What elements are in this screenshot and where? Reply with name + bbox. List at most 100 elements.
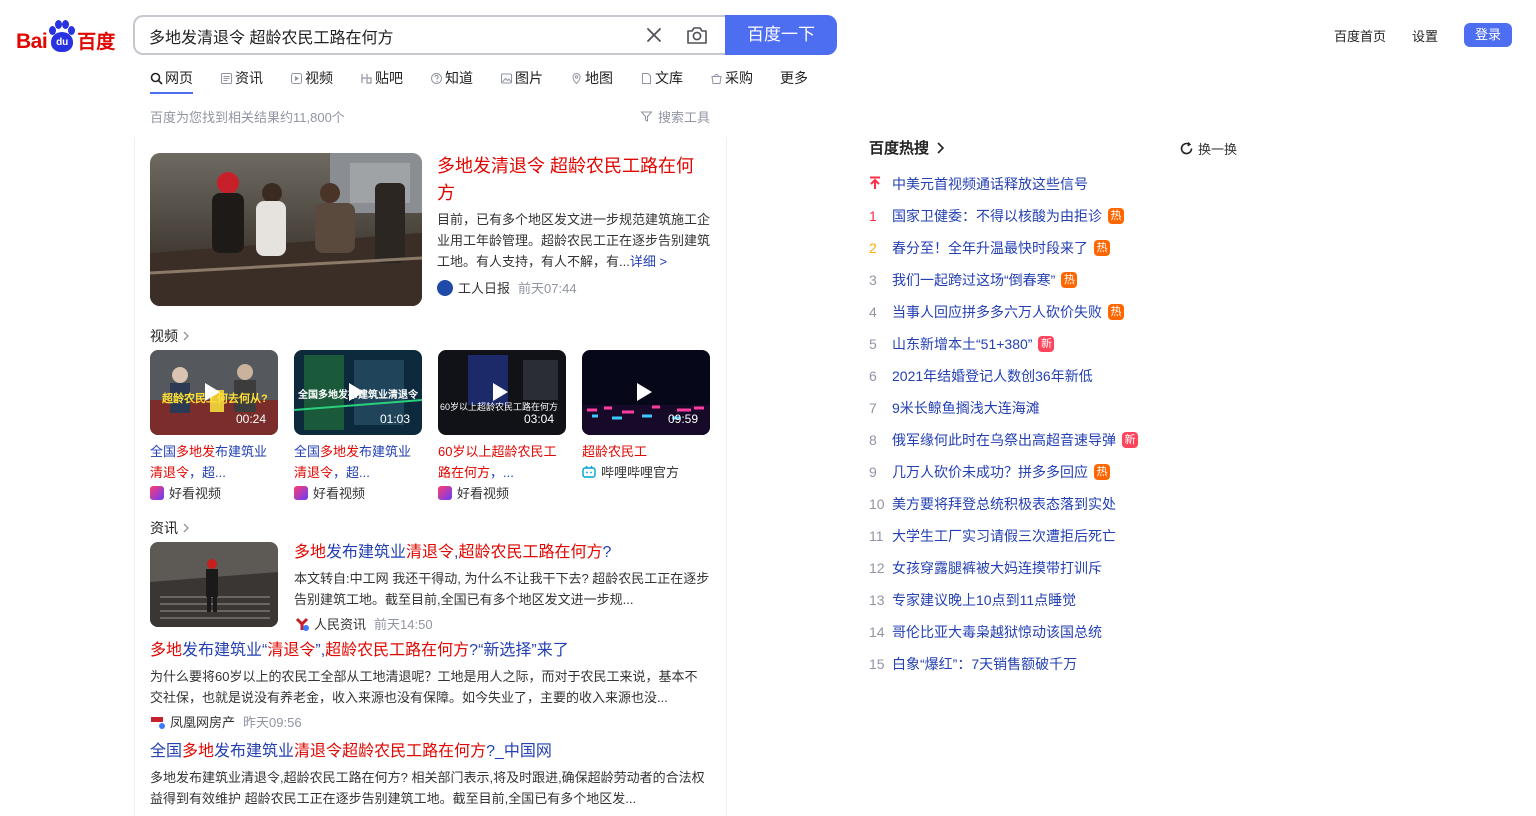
hot-item[interactable]: 9 几万人砍价未成功？拼多多回应 热: [869, 456, 1249, 488]
news-source: 人民资讯 前天14:50: [294, 614, 710, 633]
news-title[interactable]: 全国多地发布建筑业清退令超龄农民工路在何方?_中国网: [150, 743, 552, 760]
hot-item[interactable]: 8 俄军缘何此时在乌祭出高超音速导弹 新: [869, 424, 1249, 456]
hot-item-text: 国家卫健委：不得以核酸为由拒诊: [892, 208, 1102, 224]
hot-item[interactable]: 6 2021年结婚登记人数创36年新低: [869, 360, 1249, 392]
hot-badge: 热: [1094, 464, 1110, 480]
news-source-name[interactable]: 人民资讯: [314, 614, 366, 633]
video-thumbnail[interactable]: 60岁以上超龄农民工路在何方 03:04: [438, 350, 566, 435]
hot-badge: 热: [1108, 304, 1124, 320]
image-icon: [501, 73, 512, 83]
news-image[interactable]: [150, 542, 278, 627]
baidu-logo[interactable]: Bai du 百度: [16, 18, 118, 52]
tab-image[interactable]: 图片: [500, 66, 543, 90]
video-duration: 01:03: [379, 412, 410, 426]
video-title[interactable]: 60岁以上超龄农民工 路在何方，...: [438, 441, 566, 483]
hot-item-text: 春分至！全年升温最快时段来了: [892, 240, 1088, 256]
news-abstract: 多地发布建筑业清退令,超龄农民工路在何方? 相关部门表示,将及时跟进,确保超龄劳…: [150, 770, 705, 806]
login-button[interactable]: 登录: [1464, 23, 1512, 47]
tab-more[interactable]: 更多: [780, 66, 808, 90]
hot-item-text: 俄军缘何此时在乌祭出高超音速导弹: [892, 432, 1116, 448]
hot-item[interactable]: 10 美方要将拜登总统积极表态落到实处: [869, 488, 1249, 520]
hot-badge: 热: [1061, 272, 1078, 288]
tab-zhidao[interactable]: 知道: [430, 66, 473, 90]
search-button[interactable]: 百度一下: [725, 15, 837, 55]
search-input[interactable]: [149, 25, 629, 47]
news-section-title[interactable]: 资讯: [150, 518, 190, 538]
video-source-name[interactable]: 好看视频: [169, 483, 221, 502]
hot-item[interactable]: 11 大学生工厂实习请假三次遭拒后死亡: [869, 520, 1249, 552]
tab-label: 资讯: [235, 70, 263, 86]
tab-video[interactable]: 视频: [290, 66, 333, 90]
tab-label: 贴吧: [375, 70, 403, 86]
home-link[interactable]: 百度首页: [1334, 26, 1386, 45]
hot-item[interactable]: 1 国家卫健委：不得以核酸为由拒诊 热: [869, 200, 1249, 232]
video-card[interactable]: 超龄农民工何去何从? 00:24 全国多地发布建筑业 清退令，超... 好看视频: [150, 350, 278, 502]
hot-item[interactable]: 中美元首视频通话释放这些信号: [869, 168, 1249, 200]
hot-item[interactable]: 13 专家建议晚上10点到11点睡觉: [869, 584, 1249, 616]
chevron-right-icon: [183, 331, 189, 341]
video-card[interactable]: 09:59 超龄农民工 哔哩哔哩官方: [582, 350, 710, 481]
hot-rank: 14: [869, 624, 885, 640]
top-links: 百度首页 设置 登录: [1334, 23, 1512, 47]
video-source-name[interactable]: 好看视频: [457, 483, 509, 502]
hot-item-text: 哥伦比亚大毒枭越狱惊动该国总统: [892, 624, 1102, 640]
logo-du-paw-text: du: [51, 32, 74, 52]
tab-tieba[interactable]: 贴吧: [360, 66, 403, 90]
details-link[interactable]: 详细 >: [630, 254, 667, 269]
tab-purchase[interactable]: 采购: [710, 66, 753, 90]
hot-rank: 15: [869, 656, 885, 672]
close-icon[interactable]: [643, 24, 665, 46]
video-section-title[interactable]: 视频: [150, 326, 190, 346]
search-icon: [150, 72, 163, 85]
tab-label: 图片: [515, 70, 543, 86]
video-source-name[interactable]: 好看视频: [313, 483, 365, 502]
refresh-button[interactable]: 换一换: [1179, 139, 1237, 158]
video-card[interactable]: 全国多地发布建筑业清退令 01:03 全国多地发布建筑业 清退令，超... 好看视…: [294, 350, 422, 502]
tab-map[interactable]: 地图: [570, 66, 613, 90]
video-title[interactable]: 超龄农民工: [582, 441, 710, 462]
news-source-name[interactable]: 凤凰网房产: [170, 712, 235, 731]
hot-rank: 6: [869, 368, 877, 384]
camera-icon[interactable]: [685, 23, 709, 47]
top-news-title[interactable]: 多地发清退令 超龄农民工路在何方: [437, 153, 707, 207]
hot-item[interactable]: 14 哥伦比亚大毒枭越狱惊动该国总统: [869, 616, 1249, 648]
settings-link[interactable]: 设置: [1412, 26, 1438, 45]
video-thumbnail[interactable]: 09:59: [582, 350, 710, 435]
news-title[interactable]: 多地发布建筑业清退令,超龄农民工路在何方?: [294, 544, 611, 561]
video-card[interactable]: 60岁以上超龄农民工路在何方 03:04 60岁以上超龄农民工 路在何方，... …: [438, 350, 566, 502]
new-badge: 新: [1038, 336, 1055, 352]
document-icon: [642, 72, 651, 84]
hot-item[interactable]: 3 我们一起跨过这场“倒春寒” 热: [869, 264, 1249, 296]
hot-item[interactable]: 15 白象“爆红”：7天销售额破千万: [869, 648, 1249, 680]
video-section-label: 视频: [150, 328, 178, 344]
source-name[interactable]: 工人日报: [458, 278, 510, 297]
hot-search-title[interactable]: 百度热搜: [869, 137, 945, 158]
hot-item[interactable]: 5 山东新增本土“51+380” 新: [869, 328, 1249, 360]
video-thumbnail[interactable]: 超龄农民工何去何从? 00:24: [150, 350, 278, 435]
news-title[interactable]: 多地发布建筑业“清退令”,超龄农民工路在何方?“新选择”来了: [150, 642, 569, 659]
video-title[interactable]: 全国多地发布建筑业 清退令，超...: [294, 441, 422, 483]
tab-news[interactable]: 资讯: [220, 66, 263, 90]
hot-item[interactable]: 12 女孩穿露腿裤被大妈连摸带打训斥: [869, 552, 1249, 584]
tab-label: 视频: [305, 70, 333, 86]
hot-item-text: 中美元首视频通话释放这些信号: [892, 176, 1088, 192]
video-source-name[interactable]: 哔哩哔哩官方: [601, 462, 679, 481]
hot-rank: 3: [869, 272, 877, 288]
search-tools-button[interactable]: 搜索工具: [640, 107, 710, 126]
hot-item[interactable]: 7 9米长鲸鱼搁浅大连海滩: [869, 392, 1249, 424]
play-icon: [349, 383, 364, 401]
tab-web[interactable]: 网页: [150, 66, 193, 94]
news-source: 凤凰网房产 昨天09:56: [150, 712, 710, 731]
hot-rank: 4: [869, 304, 877, 320]
hot-item[interactable]: 2 春分至！全年升温最快时段来了 热: [869, 232, 1249, 264]
video-title[interactable]: 全国多地发布建筑业 清退令，超...: [150, 441, 278, 483]
news-icon: [221, 72, 232, 84]
haokan-icon: [294, 485, 308, 500]
hot-item-text: 大学生工厂实习请假三次遭拒后死亡: [892, 528, 1116, 544]
top-news-image[interactable]: [150, 153, 422, 306]
top-news-abstract: 目前，已有多个地区发文进一步规范建筑施工企业用工年龄管理。超龄农民工正在逐步告别…: [437, 209, 712, 272]
news-abstract: 为什么要将60岁以上的农民工全部从工地清退呢？工地是用人之际，而对于农民工来说，…: [150, 669, 698, 705]
video-thumbnail[interactable]: 全国多地发布建筑业清退令 01:03: [294, 350, 422, 435]
tab-wenku[interactable]: 文库: [640, 66, 683, 90]
hot-item[interactable]: 4 当事人回应拼多多六万人砍价失败 热: [869, 296, 1249, 328]
